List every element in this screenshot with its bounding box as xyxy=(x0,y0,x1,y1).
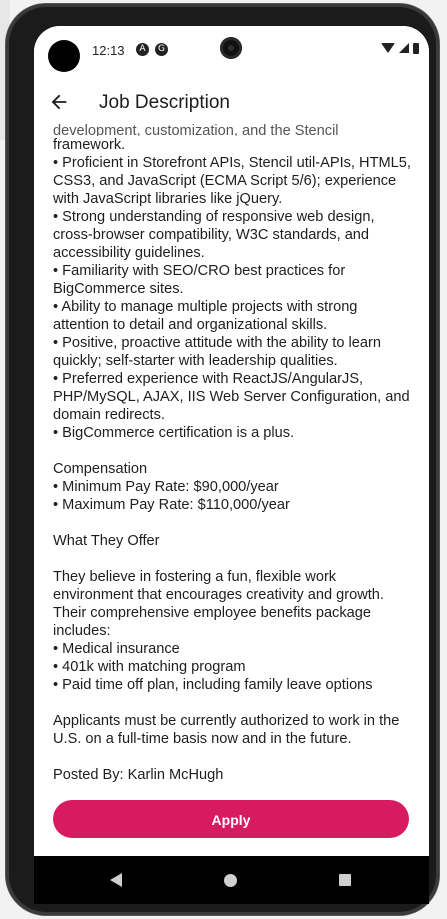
back-arrow-icon[interactable] xyxy=(48,91,70,113)
front-camera-icon xyxy=(220,37,242,59)
benefit-medical: • Medical insurance xyxy=(53,641,180,657)
posted-by: Posted By: Karlin McHugh xyxy=(53,767,224,783)
notification-a-icon: A xyxy=(136,43,149,56)
wifi-icon xyxy=(381,43,395,53)
job-description-content: development, customization, and the Sten… xyxy=(53,122,415,784)
bullet-seo: • Familiarity with SEO/CRO best practice… xyxy=(53,263,346,297)
bullet-attitude: • Positive, proactive attitude with the … xyxy=(53,335,381,369)
min-pay: • Minimum Pay Rate: $90,000/year xyxy=(53,479,279,495)
offer-heading: What They Offer xyxy=(53,533,160,549)
system-nav-bar xyxy=(34,856,429,904)
partial-line: development, customization, and the Sten… xyxy=(53,123,339,136)
text-line-framework: framework. xyxy=(53,137,126,153)
apply-button[interactable]: Apply xyxy=(53,800,409,838)
bullet-storefront: • Proficient in Storefront APIs, Stencil… xyxy=(53,155,411,207)
nav-home-icon[interactable] xyxy=(224,874,237,887)
page-title: Job Description xyxy=(99,92,230,113)
nav-recents-icon[interactable] xyxy=(339,874,351,886)
bullet-projects: • Ability to manage multiple projects wi… xyxy=(53,299,358,333)
system-icons xyxy=(381,41,419,55)
status-bar: 12:13 A G xyxy=(34,26,429,76)
offer-intro: They believe in fostering a fun, flexibl… xyxy=(53,569,384,639)
notification-g-icon: G xyxy=(155,43,168,56)
battery-icon xyxy=(413,42,419,54)
nav-back-icon[interactable] xyxy=(110,873,122,887)
max-pay: • Maximum Pay Rate: $110,000/year xyxy=(53,497,290,513)
authorization-text: Applicants must be currently authorized … xyxy=(53,713,400,747)
signal-icon xyxy=(399,43,409,53)
benefit-401k: • 401k with matching program xyxy=(53,659,246,675)
camera-dot-icon xyxy=(48,40,80,72)
screen: 12:13 A G Job Description development, c… xyxy=(34,26,429,904)
bullet-react: • Preferred experience with ReactJS/Angu… xyxy=(53,371,410,423)
status-time: 12:13 xyxy=(92,43,125,58)
phone-frame: 12:13 A G Job Description development, c… xyxy=(6,4,439,915)
compensation-heading: Compensation xyxy=(53,461,148,477)
bullet-responsive: • Strong understanding of responsive web… xyxy=(53,209,375,261)
benefit-pto: • Paid time off plan, including family l… xyxy=(53,677,373,693)
bullet-certification: • BigCommerce certification is a plus. xyxy=(53,425,295,441)
